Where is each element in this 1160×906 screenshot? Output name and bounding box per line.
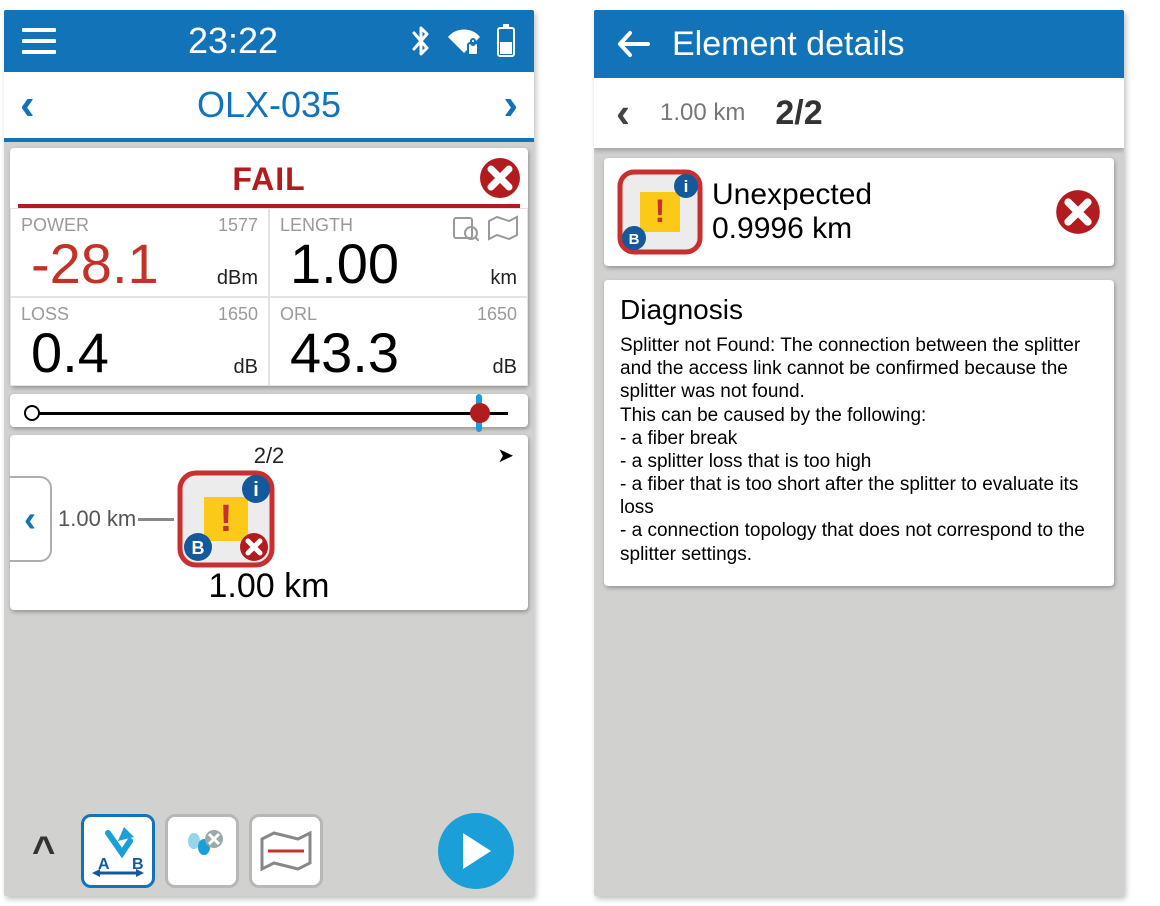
bottom-toolbar: ^ A B [4, 806, 534, 896]
metric-loss[interactable]: LOSS1650 0.4dB [10, 297, 269, 386]
element-type: Unexpected [712, 178, 1046, 212]
prev-element-button[interactable]: ‹ [10, 476, 52, 562]
loss-wavelength: 1650 [218, 304, 258, 325]
right-device: Element details ‹ 1.00 km 2/2 Unexpected… [594, 10, 1124, 896]
diagnosis-title: Diagnosis [620, 294, 1098, 326]
mode-ab-button[interactable]: A B [81, 814, 155, 888]
element-summary-card[interactable]: Unexpected 0.9996 km [604, 158, 1114, 266]
orl-unit: dB [493, 357, 517, 381]
trace-view-icon[interactable] [451, 215, 479, 241]
bluetooth-icon [410, 24, 432, 58]
loss-unit: dB [234, 357, 258, 381]
left-device: 23:22 ‹ OLX-035 › FAIL POWER1577 -28.1dB… [4, 10, 534, 896]
power-unit: dBm [217, 268, 258, 292]
verdict-label: FAIL [232, 161, 305, 198]
fail-status-icon [478, 156, 522, 200]
file-title[interactable]: OLX-035 [197, 84, 341, 126]
prev-element-button[interactable]: ‹ [616, 89, 630, 137]
start-button[interactable] [438, 813, 514, 889]
power-value: -28.1 [31, 236, 159, 292]
prev-file-button[interactable]: ‹ [20, 80, 35, 130]
detail-nav: ‹ 1.00 km 2/2 [594, 78, 1124, 148]
length-value: 1.00 [290, 236, 399, 292]
power-wavelength: 1577 [218, 215, 258, 236]
metric-orl[interactable]: ORL1650 43.3dB [269, 297, 528, 386]
slider-start-icon [24, 405, 40, 421]
length-unit: km [490, 268, 517, 292]
detail-count: 2/2 [775, 94, 822, 133]
fiber-segment-icon [138, 518, 174, 521]
menu-icon[interactable] [22, 28, 56, 54]
file-nav: ‹ OLX-035 › [4, 72, 534, 142]
map-view-icon[interactable] [487, 215, 519, 241]
element-count: 2/2 [16, 443, 522, 469]
diagnosis-card: Diagnosis Splitter not Found: The connec… [604, 280, 1114, 586]
back-arrow-icon[interactable] [616, 29, 650, 59]
metric-length[interactable]: LENGTH 1.00km [269, 208, 528, 297]
mode-locator-button[interactable] [165, 814, 239, 888]
fail-status-icon [1054, 188, 1102, 236]
status-bar: 23:22 [4, 10, 534, 72]
cursor-icon: ➤ [497, 443, 514, 468]
detail-distance: 1.00 km [660, 99, 745, 127]
element-unexpected-icon [616, 168, 704, 256]
slider-event-icon[interactable] [470, 403, 490, 423]
next-file-button[interactable]: › [503, 80, 518, 130]
wifi-icon [446, 27, 482, 55]
element-distance: 1.00 km [16, 567, 522, 606]
link-overview-slider[interactable] [10, 394, 528, 427]
orl-value: 43.3 [290, 325, 399, 381]
clock: 23:22 [188, 20, 278, 62]
loss-value: 0.4 [31, 325, 109, 381]
diagnosis-body: Splitter not Found: The connection betwe… [620, 334, 1098, 566]
link-map-card: ➤ 2/2 ‹ 1.00 km 1.00 km [10, 435, 528, 610]
orl-wavelength: 1650 [477, 304, 517, 325]
segment-length: 1.00 km [58, 506, 136, 532]
results-card: FAIL POWER1577 -28.1dBm LENGTH 1.00km [10, 148, 528, 386]
detail-header: Element details [594, 10, 1124, 78]
battery-icon [496, 24, 516, 58]
metric-power[interactable]: POWER1577 -28.1dBm [10, 208, 269, 297]
mode-map-button[interactable] [249, 814, 323, 888]
expand-button[interactable]: ^ [16, 829, 71, 874]
element-position: 0.9996 km [712, 212, 1046, 246]
element-unexpected-icon[interactable] [176, 469, 276, 569]
status-icons [410, 24, 516, 58]
detail-title: Element details [672, 25, 904, 64]
